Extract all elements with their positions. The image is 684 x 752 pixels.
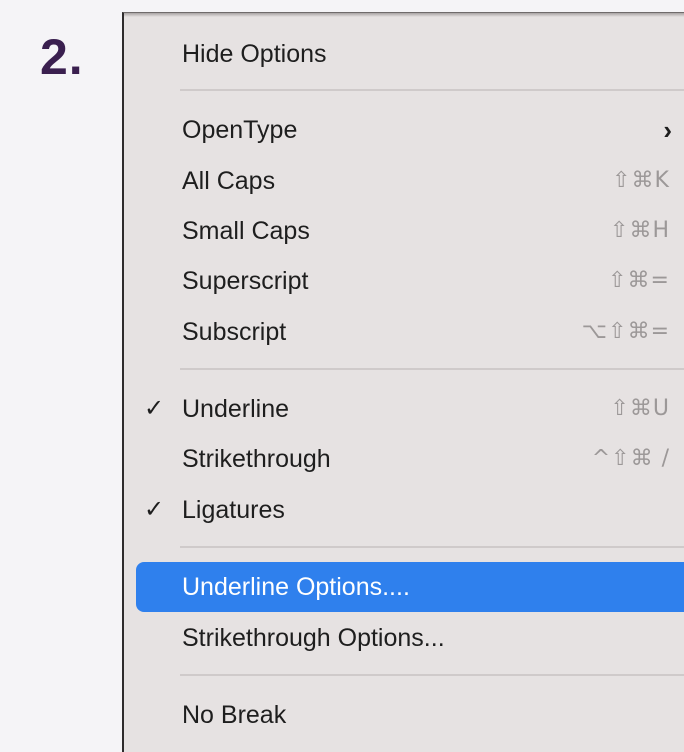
menu-item-label: Ligatures xyxy=(182,496,285,524)
menu-separator xyxy=(180,368,684,370)
menu-item-superscript[interactable]: Superscript ⇧⌘= xyxy=(136,256,684,306)
menu-item-subscript[interactable]: Subscript ⌥⇧⌘= xyxy=(136,307,684,357)
menu-item-opentype[interactable]: OpenType › xyxy=(136,105,684,155)
menu-item-label: OpenType xyxy=(182,116,298,144)
chevron-right-icon: › xyxy=(663,115,672,145)
menu-item-small-caps[interactable]: Small Caps ⇧⌘H xyxy=(136,206,684,256)
menu-item-label: All Caps xyxy=(182,167,276,195)
checkmark-icon: ✓ xyxy=(144,395,165,422)
menu-item-shortcut: ^⇧⌘ / xyxy=(591,446,670,471)
menu-item-no-break[interactable]: No Break xyxy=(136,690,684,740)
menu-item-label: Superscript xyxy=(182,267,309,295)
context-menu: Hide Options OpenType › All Caps ⇧⌘K Sma… xyxy=(122,12,684,752)
menu-item-label: Subscript xyxy=(182,318,287,346)
menu-separator xyxy=(180,546,684,548)
menu-item-strikethrough-options[interactable]: Strikethrough Options... xyxy=(136,613,684,663)
checkmark-icon: ✓ xyxy=(144,496,165,523)
menu-item-underline-options[interactable]: Underline Options.... xyxy=(136,562,684,612)
menu-item-hide-options[interactable]: Hide Options xyxy=(136,29,684,79)
menu-item-shortcut: ⌥⇧⌘= xyxy=(581,319,670,344)
step-number: 2. xyxy=(40,29,84,85)
menu-separator xyxy=(180,674,684,676)
menu-item-label: No Break xyxy=(182,701,287,729)
menu-top-edge xyxy=(124,13,684,17)
menu-item-shortcut: ⇧⌘= xyxy=(608,268,670,293)
menu-item-all-caps[interactable]: All Caps ⇧⌘K xyxy=(136,156,684,206)
menu-item-strikethrough[interactable]: Strikethrough ^⇧⌘ / xyxy=(136,434,684,484)
menu-item-label: Strikethrough xyxy=(182,445,331,473)
menu-item-label: Hide Options xyxy=(182,40,327,68)
menu-item-underline[interactable]: ✓ Underline ⇧⌘U xyxy=(136,384,684,434)
menu-item-label: Underline Options.... xyxy=(182,573,410,601)
menu-item-shortcut: ⇧⌘U xyxy=(610,396,670,421)
menu-separator xyxy=(180,89,684,91)
menu-item-ligatures[interactable]: ✓ Ligatures xyxy=(136,485,684,535)
menu-item-label: Underline xyxy=(182,395,290,423)
menu-item-shortcut: ⇧⌘H xyxy=(610,218,670,243)
menu-item-shortcut: ⇧⌘K xyxy=(612,168,670,193)
menu-item-label: Strikethrough Options... xyxy=(182,624,445,652)
menu-item-label: Small Caps xyxy=(182,217,310,245)
